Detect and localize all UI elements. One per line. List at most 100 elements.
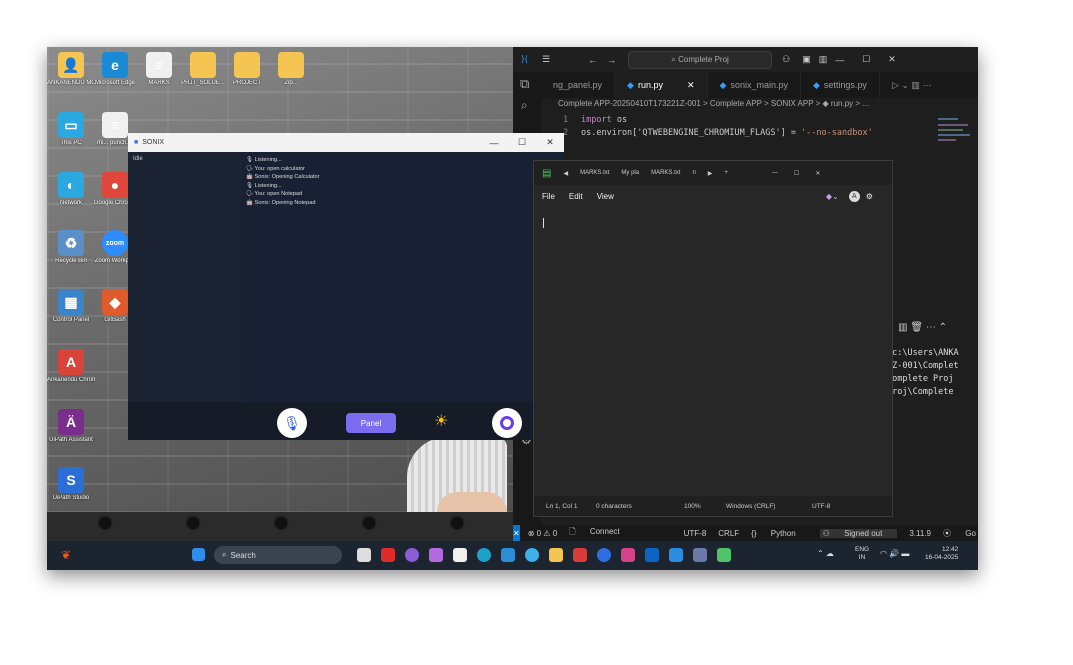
- panel-toggle-icon[interactable]: ▥: [819, 54, 828, 65]
- back-arrow-icon[interactable]: ←: [588, 55, 597, 65]
- minimize-icon[interactable]: —: [480, 138, 508, 148]
- forward-arrow-icon[interactable]: →: [607, 55, 616, 65]
- close-icon[interactable]: ✕: [536, 137, 564, 148]
- edge-icon[interactable]: [477, 548, 491, 562]
- tab-scroll-left-icon[interactable]: ◀: [563, 170, 568, 177]
- code-editor[interactable]: 1 import os 2 os.environ['QTWEBENGINE_CHRO…: [563, 114, 873, 140]
- remote-icon[interactable]: ✕: [513, 525, 520, 541]
- menu-view[interactable]: View: [597, 192, 614, 201]
- encoding[interactable]: UTF-8: [812, 503, 830, 510]
- line-ending[interactable]: Windows (CRLF): [726, 503, 812, 510]
- vscode-taskbar-icon[interactable]: [669, 548, 683, 562]
- clock[interactable]: 12:42 16-04-2025: [925, 546, 958, 562]
- notepad-tab[interactable]: n: [692, 170, 695, 176]
- store-icon[interactable]: [453, 548, 467, 562]
- desktop-icon[interactable]: ▦ Control Panel: [47, 289, 95, 324]
- python-version[interactable]: 3.11.9: [909, 529, 931, 538]
- youtube-icon[interactable]: [381, 548, 395, 562]
- desktop-icon-label: ANKANENDU MONDAL: [47, 80, 95, 86]
- maximize-icon[interactable]: ☐: [508, 137, 536, 148]
- conversation-log[interactable]: 🎙 Listening... 🗣 You: open calculator 🤖 …: [242, 152, 564, 402]
- run-button[interactable]: ▷ ⌄ ▥ ⋯: [880, 72, 943, 98]
- close-icon[interactable]: ✕: [888, 54, 896, 65]
- widgets-icon[interactable]: ❦: [61, 548, 75, 562]
- avatar[interactable]: A: [848, 190, 860, 202]
- task-view-icon[interactable]: [357, 548, 371, 562]
- menu-icon[interactable]: ☰: [542, 54, 550, 65]
- tray-overflow-icon[interactable]: ⌃ ☁: [817, 549, 834, 558]
- start-icon[interactable]: [192, 548, 205, 561]
- desktop-icon[interactable]: 👤 ANKANENDU MONDAL: [47, 52, 95, 87]
- eol-indicator[interactable]: CRLF: [718, 529, 739, 538]
- desktop-icon[interactable]: ≡ MARKS: [135, 52, 183, 87]
- mcafee-icon[interactable]: [573, 548, 587, 562]
- menu-edit[interactable]: Edit: [569, 192, 583, 201]
- gear-icon[interactable]: ⚙: [866, 192, 873, 201]
- maximize-icon[interactable]: ☐: [794, 170, 799, 177]
- text-editor-area[interactable]: [534, 207, 892, 496]
- copilot-app-icon[interactable]: [405, 548, 419, 562]
- notepad-taskbar-icon[interactable]: [717, 548, 731, 562]
- language-indicator[interactable]: {} Python: [751, 529, 807, 538]
- mail-icon[interactable]: [501, 548, 515, 562]
- command-search-input[interactable]: ⌕ Complete Proj: [628, 50, 773, 69]
- desktop-icon[interactable]: A Ankanendu Chrome: [47, 349, 95, 384]
- instagram-icon[interactable]: [621, 548, 635, 562]
- tab-run[interactable]: ◆ run.py ✕: [615, 72, 708, 98]
- minimap[interactable]: [934, 114, 978, 314]
- terminal-toolbar[interactable]: ⌄ ▥ 🗑 ⋯ ⌃: [887, 322, 947, 333]
- minimize-icon[interactable]: —: [772, 170, 778, 176]
- notepad-tab[interactable]: MARKS.txt: [580, 170, 609, 176]
- layout-icon[interactable]: ▣: [802, 54, 811, 65]
- language-indicator[interactable]: ENG IN: [855, 546, 869, 562]
- sonix-window: ■ SONIX — ☐ ✕ Idle 🎙 Listening... 🗣 You:…: [128, 133, 564, 440]
- python-taskbar-icon[interactable]: [693, 548, 707, 562]
- account-icon: ⚇: [822, 528, 833, 538]
- problems-indicator[interactable]: ⊗ 0 ⚠ 0: [528, 529, 557, 538]
- explorer-icon[interactable]: ⧉: [520, 76, 541, 92]
- maximize-icon[interactable]: ☐: [862, 54, 870, 65]
- tab-scroll-right-icon[interactable]: ▶: [708, 170, 713, 177]
- desktop-icon[interactable]: ♻ Recycle Bin: [47, 230, 95, 265]
- chrome-icon[interactable]: [525, 548, 539, 562]
- tab-settings[interactable]: ◆ settings.py: [801, 72, 880, 98]
- copilot-icon[interactable]: ⚇: [782, 54, 790, 65]
- teams-icon[interactable]: [429, 548, 443, 562]
- desktop-icon[interactable]: Ä UiPath Assistant: [47, 409, 95, 444]
- new-tab-icon[interactable]: +: [724, 170, 728, 176]
- menu-file[interactable]: File: [542, 192, 555, 201]
- tab-ng-panel[interactable]: ng_panel.py: [541, 72, 616, 98]
- close-tab-icon[interactable]: ✕: [687, 80, 695, 91]
- panel-button[interactable]: Panel: [346, 413, 396, 433]
- file-explorer-icon[interactable]: [549, 548, 563, 562]
- connect-button[interactable]: 🗋 Connect: [569, 526, 631, 540]
- terminal-output[interactable]: "c:\Users\ANKA 1Z-001\Complet Complete P…: [887, 347, 978, 399]
- theme-toggle-icon[interactable]: ☀: [434, 411, 448, 431]
- stop-button[interactable]: [492, 408, 522, 438]
- account-status[interactable]: ⚇ Signed out: [819, 528, 898, 538]
- encoding-indicator[interactable]: UTF-8: [684, 529, 707, 538]
- notepad-tab[interactable]: MARKS.txt: [651, 170, 680, 176]
- microphone-button[interactable]: 🎙: [277, 408, 307, 438]
- linkedin-icon[interactable]: [645, 548, 659, 562]
- desktop-icon[interactable]: PRJT_SOLUE...: [179, 52, 227, 87]
- desktop-icon[interactable]: S UiPath Studio: [47, 467, 95, 502]
- tab-sonix-main[interactable]: ◆ sonix_main.py: [708, 72, 801, 98]
- close-icon[interactable]: ✕: [815, 170, 820, 177]
- notepad-tab[interactable]: My pla: [621, 170, 639, 176]
- desktop-icon[interactable]: e Microsoft Edge: [91, 52, 139, 87]
- desktop-icon[interactable]: ◐ Network: [47, 172, 95, 207]
- desktop-icon-glyph: e: [102, 52, 128, 78]
- breadcrumb[interactable]: Complete APP-20250410T173221Z-001 > Comp…: [558, 99, 869, 108]
- desktop-icon[interactable]: PROJECT: [223, 52, 271, 87]
- copilot-icon[interactable]: ◆⌄: [826, 192, 839, 201]
- taskbar-search[interactable]: ⌕ Search: [214, 546, 342, 564]
- desktop-icon[interactable]: ▭ This PC: [47, 112, 95, 147]
- search-icon[interactable]: ⌕: [521, 98, 541, 113]
- facebook-icon[interactable]: [597, 548, 611, 562]
- network-volume-battery-icons[interactable]: ◠ 🔊 ▬: [880, 549, 909, 558]
- go-live-button[interactable]: ⦿ Go Live: [943, 528, 978, 539]
- minimize-icon[interactable]: —: [835, 55, 844, 65]
- zoom-level[interactable]: 100%: [684, 503, 726, 510]
- desktop-icon[interactable]: Zip...: [267, 52, 315, 87]
